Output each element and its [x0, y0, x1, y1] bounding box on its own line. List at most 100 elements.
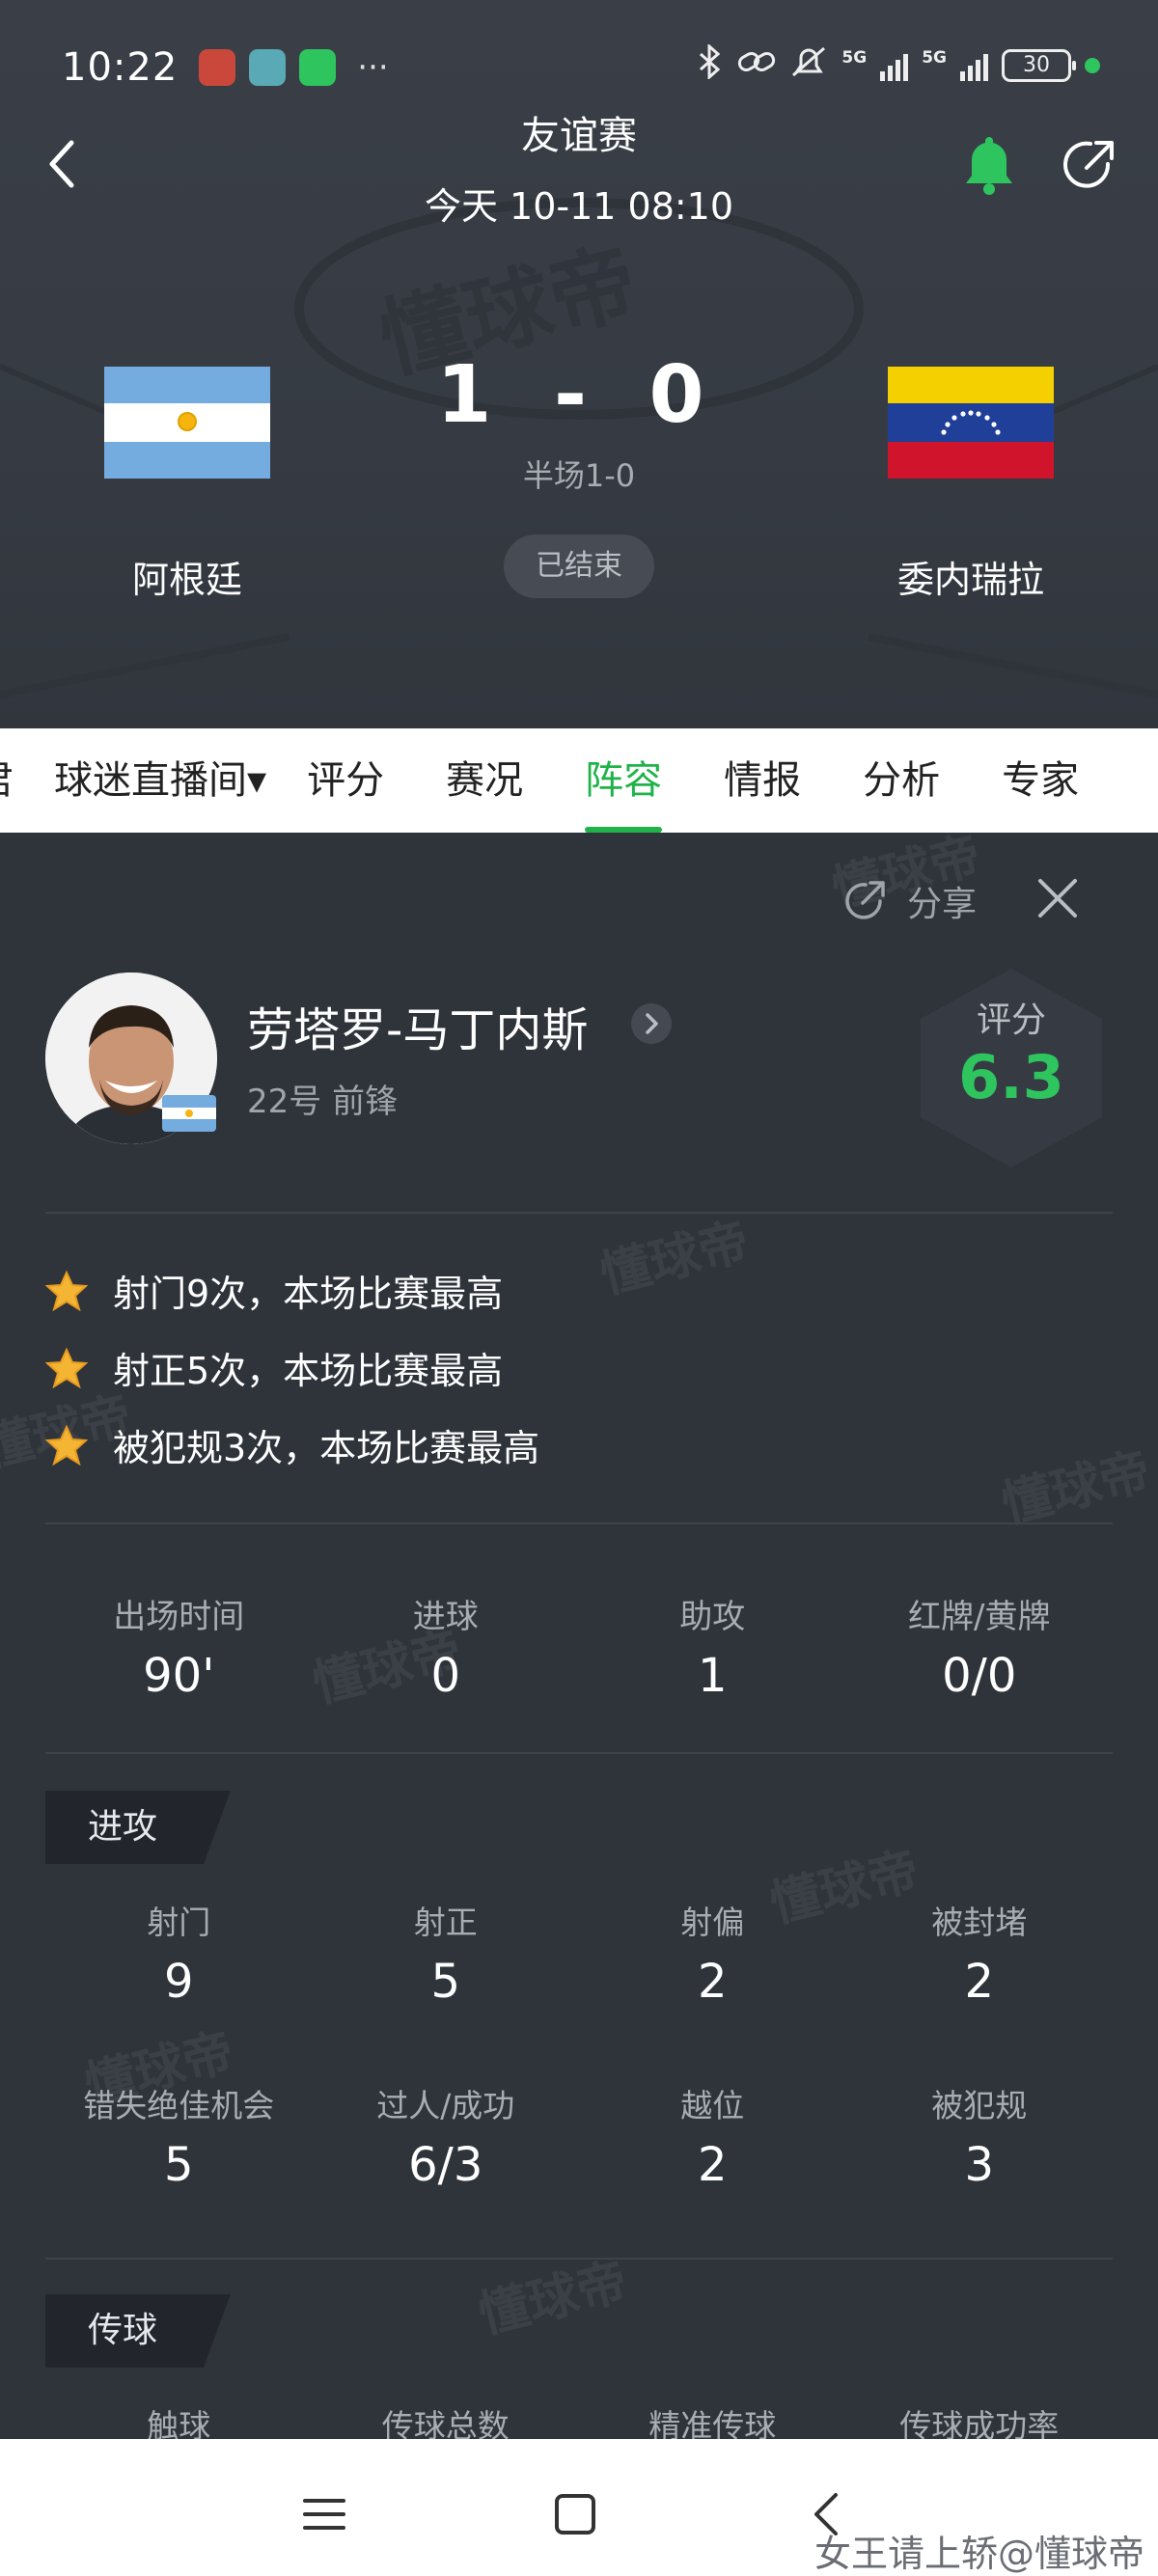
stat-value: 2 — [697, 2138, 728, 2192]
notification-bell-button[interactable] — [960, 133, 1018, 197]
stat-goals: 进球 0 — [313, 1590, 580, 1703]
highlight-item: 被犯规3次，本场比赛最高 — [45, 1418, 539, 1471]
stat-label: 射正 — [413, 1904, 478, 1941]
player-share-button[interactable]: 分享 — [840, 876, 977, 926]
star-icon — [45, 1270, 88, 1311]
stat-label: 射偏 — [680, 1904, 745, 1941]
signal-icon — [880, 50, 909, 81]
home-square-icon — [555, 2494, 595, 2535]
highlight-text: 被犯规3次，本场比赛最高 — [113, 1427, 540, 1469]
player-name[interactable]: 劳塔罗-马丁内斯 — [247, 992, 588, 1059]
system-navigation-bar: 女王请上轿@懂球帝 — [0, 2439, 1158, 2576]
divider — [45, 1522, 1113, 1524]
watermark: 懂球帝 — [473, 2252, 634, 2345]
stat-label: 助攻 — [679, 1598, 746, 1636]
app-notification-icon — [199, 49, 236, 86]
signal-icon — [960, 50, 988, 81]
tab-match-events[interactable]: 赛况 — [446, 728, 523, 833]
highlight-item: 射门9次，本场比赛最高 — [45, 1264, 503, 1317]
attack-stats-row-2: 错失绝佳机会 5 过人/成功 6/3 越位 2 被犯规 3 — [45, 2080, 1113, 2192]
stat-label: 越位 — [680, 2087, 745, 2124]
stat-label: 被犯规 — [931, 2087, 1028, 2124]
tab-prev[interactable]: 君 — [0, 728, 14, 833]
section-tag-passing: 传球 — [45, 2294, 231, 2368]
stat-minutes: 出场时间 90' — [45, 1590, 313, 1703]
watermark: 懂球帝 — [996, 1441, 1157, 1535]
share-icon — [1063, 141, 1114, 188]
stat-label: 被封堵 — [931, 1904, 1028, 1941]
wechat-notification-icon — [299, 49, 337, 86]
divider — [45, 1752, 1113, 1754]
player-detail-button[interactable] — [631, 1003, 672, 1044]
bluetooth-icon — [697, 42, 724, 87]
share-icon — [845, 881, 885, 919]
highlight-item: 射正5次，本场比赛最高 — [45, 1341, 503, 1394]
stat-value: 5 — [430, 1955, 461, 2009]
stat-value: 90' — [143, 1649, 215, 1703]
chevron-right-icon — [646, 1013, 658, 1034]
tab-analysis[interactable]: 分析 — [863, 728, 940, 833]
stat-fouled: 被犯规 3 — [846, 2080, 1114, 2192]
home-team-name: 阿根廷 — [131, 559, 242, 601]
divider — [45, 2258, 1113, 2260]
more-notifications-icon: ··· — [357, 48, 389, 87]
stat-value: 2 — [964, 1955, 995, 2009]
section-title: 传球 — [88, 2311, 158, 2350]
rating-label: 评分 — [976, 1000, 1046, 1040]
stat-assists: 助攻 1 — [579, 1590, 846, 1703]
attack-stats-row-1: 射门 9 射正 5 射偏 2 被封堵 2 — [45, 1897, 1113, 2009]
stat-label: 红牌/黄牌 — [908, 1598, 1051, 1636]
stat-dribbles: 过人/成功 6/3 — [313, 2080, 580, 2192]
stat-value: 0 — [430, 1649, 461, 1703]
argentina-flag-icon — [162, 1095, 216, 1132]
star-icon — [45, 1424, 88, 1466]
stat-label: 错失绝佳机会 — [83, 2087, 275, 2124]
section-title: 进攻 — [88, 1807, 158, 1847]
stat-value: 6/3 — [408, 2138, 483, 2192]
stat-big-chances-missed: 错失绝佳机会 5 — [45, 2080, 313, 2192]
stat-shots-blocked: 被封堵 2 — [846, 1897, 1114, 2009]
stat-value: 1 — [697, 1649, 728, 1703]
home-button[interactable] — [548, 2487, 602, 2541]
stat-label: 过人/成功 — [376, 2087, 515, 2124]
network-type: 5G — [922, 48, 947, 68]
link-icon — [737, 47, 776, 84]
watermark: 懂球帝 — [594, 1212, 756, 1305]
divider — [45, 1212, 1113, 1214]
highlight-text: 射门9次，本场比赛最高 — [113, 1273, 504, 1315]
star-icon — [45, 1347, 88, 1388]
stat-shots-off-target: 射偏 2 — [579, 1897, 846, 2009]
stat-label: 出场时间 — [113, 1598, 245, 1636]
stat-label: 射门 — [147, 1904, 211, 1941]
player-rating: 6.3 — [958, 1042, 1064, 1112]
battery-indicator: 30 — [1002, 49, 1076, 82]
tab-experts[interactable]: 专家 — [1002, 728, 1079, 833]
tab-intel[interactable]: 情报 — [724, 728, 801, 833]
tab-lineup[interactable]: 阵容 — [585, 728, 663, 833]
stat-value: 2 — [697, 1955, 728, 2009]
share-button[interactable] — [1060, 135, 1119, 195]
share-label: 分享 — [907, 885, 978, 924]
privacy-dot-icon — [1085, 58, 1100, 73]
match-score: 1 - 0 — [436, 349, 722, 441]
tab-ratings[interactable]: 评分 — [307, 728, 384, 833]
section-tag-attack: 进攻 — [45, 1791, 231, 1864]
stat-value: 3 — [964, 2138, 995, 2192]
stat-shots: 射门 9 — [45, 1897, 313, 2009]
network-type: 5G — [841, 48, 868, 68]
player-number-position: 22号 前锋 — [247, 1082, 399, 1121]
stat-value: 0/0 — [942, 1649, 1017, 1703]
close-button[interactable] — [1033, 873, 1083, 923]
stat-offsides: 越位 2 — [579, 2080, 846, 2192]
menu-button[interactable] — [297, 2487, 351, 2541]
status-bar: 10:22 ··· 5G 5G 30 — [62, 39, 1100, 96]
away-team-name: 委内瑞拉 — [896, 559, 1044, 601]
tab-fan-live-room[interactable]: 球迷直播间▾ — [54, 728, 266, 833]
stat-cards: 红牌/黄牌 0/0 — [846, 1590, 1114, 1703]
stat-shots-on-target: 射正 5 — [313, 1897, 580, 2009]
halftime-score: 半场1-0 — [522, 457, 636, 494]
app-notification-icon — [249, 49, 287, 86]
bell-icon — [966, 137, 1012, 195]
match-header: 懂球帝 10:22 ··· 5G 5G 30 友谊赛 今天 10-11 08:1… — [0, 0, 1158, 728]
stat-value: 9 — [163, 1955, 194, 2009]
